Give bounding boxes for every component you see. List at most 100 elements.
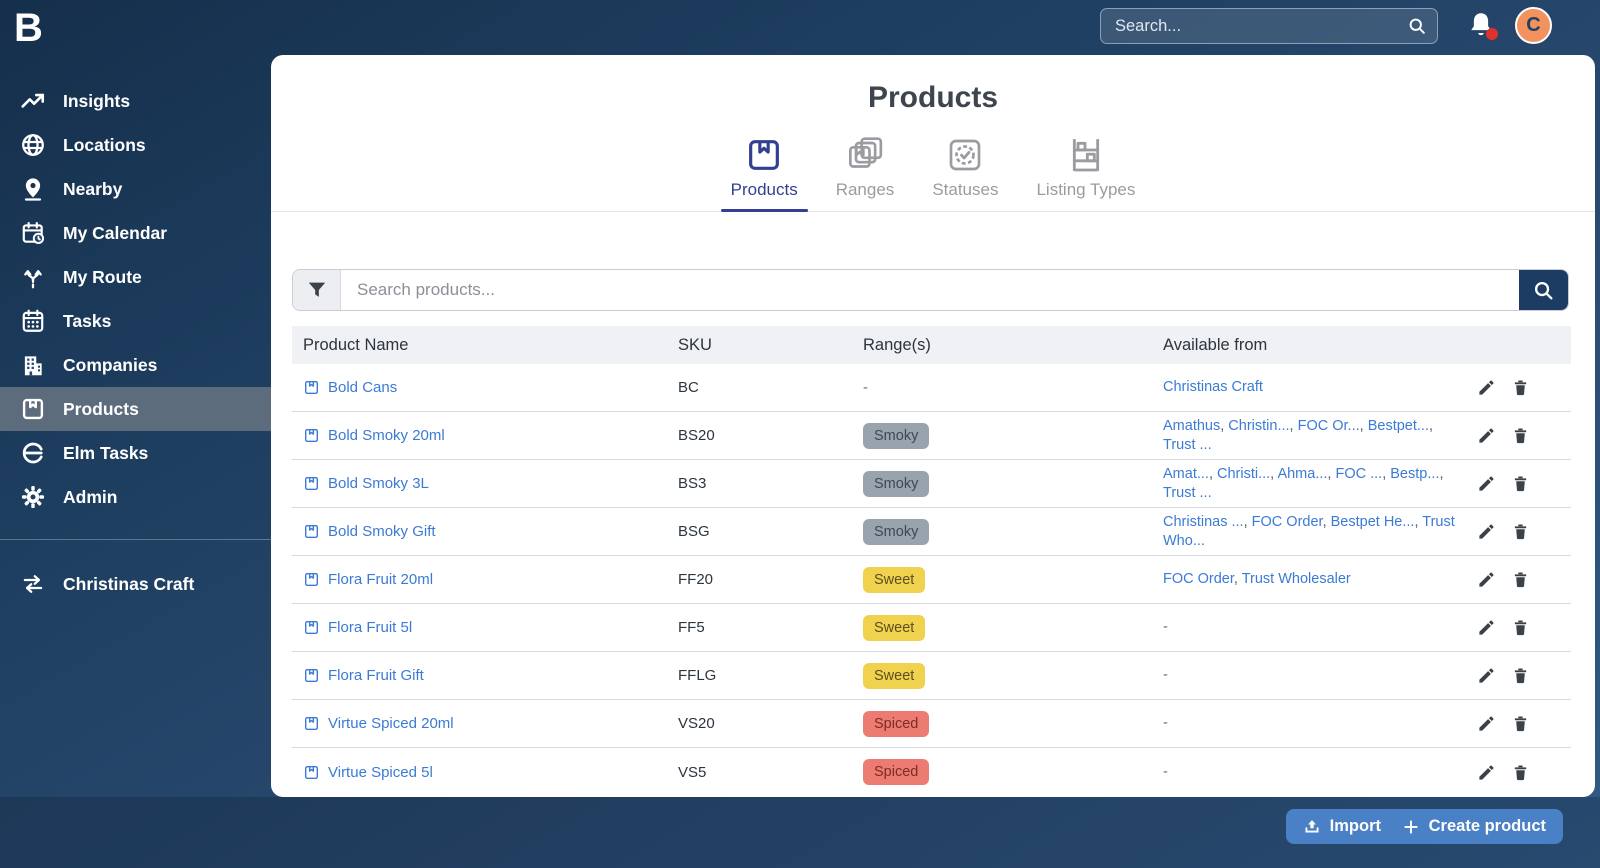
available-from-link[interactable]: Christi... [1217,466,1270,482]
range-badge: Smoky [863,519,929,545]
delete-button[interactable] [1509,712,1532,735]
tab-ranges[interactable]: Ranges [832,135,899,210]
edit-button[interactable] [1475,568,1498,591]
box-bookmark-icon [303,379,320,396]
product-name-link[interactable]: Flora Fruit 20ml [328,571,433,588]
product-name-link[interactable]: Virtue Spiced 20ml [328,715,454,732]
sidebar-item-nearby[interactable]: Nearby [0,167,271,211]
product-search-input[interactable] [341,270,1519,310]
edit-button[interactable] [1475,376,1498,399]
range-cell: Smoky [863,471,1163,497]
tab-label: Products [731,180,798,200]
global-search [1100,8,1438,44]
sidebar: B Insights Locations Nearby My Calendar [0,0,271,868]
filter-icon [306,279,328,301]
product-name-link[interactable]: Bold Smoky 20ml [328,427,445,444]
available-cell: - [1163,618,1471,637]
range-cell: Sweet [863,567,1163,593]
delete-button[interactable] [1509,520,1532,543]
edit-button[interactable] [1475,424,1498,447]
available-from-link[interactable]: Ahma... [1277,466,1327,482]
delete-button[interactable] [1509,616,1532,639]
tab-products[interactable]: Products [727,135,802,210]
delete-button[interactable] [1509,664,1532,687]
available-from-link[interactable]: Christinas ... [1163,514,1244,530]
range-cell: Spiced [863,759,1163,785]
available-from-link[interactable]: Trust ... [1163,485,1212,501]
swap-arrows-icon [20,571,46,597]
sidebar-item-elm-tasks[interactable]: Elm Tasks [0,431,271,475]
product-name-cell: Bold Cans [292,379,678,396]
edit-button[interactable] [1475,761,1498,784]
sidebar-item-products[interactable]: Products [0,387,271,431]
avatar[interactable]: C [1515,7,1552,44]
sidebar-item-label: Insights [63,91,130,112]
delete-button[interactable] [1509,761,1532,784]
available-from-link[interactable]: Bestpet He... [1331,514,1415,530]
sidebar-item-insights[interactable]: Insights [0,79,271,123]
product-name-link[interactable]: Flora Fruit Gift [328,667,424,684]
sidebar-item-my-route[interactable]: My Route [0,255,271,299]
app-logo[interactable]: B [0,0,271,51]
available-from-link[interactable]: Christin... [1228,418,1289,434]
search-icon[interactable] [1407,16,1427,36]
available-from-link[interactable]: Trust Wholesaler [1242,571,1351,587]
product-name-link[interactable]: Bold Smoky Gift [328,523,436,540]
table-row: Bold Cans BC - Christinas Craft [292,364,1571,412]
available-from-link[interactable]: Amathus [1163,418,1220,434]
delete-button[interactable] [1509,568,1532,591]
product-name-link[interactable]: Flora Fruit 5l [328,619,412,636]
box-bookmark-icon [303,715,320,732]
edit-button[interactable] [1475,520,1498,543]
notifications-button[interactable] [1466,10,1496,42]
product-search-button[interactable] [1519,270,1568,310]
available-from-link[interactable]: FOC Order [1163,571,1234,587]
delete-button[interactable] [1509,472,1532,495]
product-sku: BC [678,379,863,396]
delete-button[interactable] [1509,424,1532,447]
create-product-button[interactable]: Create product [1385,809,1563,844]
import-button[interactable]: Import [1286,809,1398,844]
sidebar-item-companies[interactable]: Companies [0,343,271,387]
sidebar-item-label: Products [63,399,139,420]
filter-button[interactable] [293,270,341,310]
tab-listing-types[interactable]: Listing Types [1032,135,1139,210]
pencil-icon [1477,666,1496,685]
tab-statuses[interactable]: Statuses [928,135,1002,210]
global-search-input[interactable] [1115,17,1407,36]
plus-icon [1402,818,1420,836]
status-seal-icon [945,135,985,175]
available-from-link[interactable]: Amat... [1163,466,1209,482]
edit-button[interactable] [1475,712,1498,735]
sidebar-item-label: Elm Tasks [63,443,148,464]
available-from-link[interactable]: FOC ... [1335,466,1382,482]
product-name-link[interactable]: Bold Cans [328,379,397,396]
sidebar-item-my-calendar[interactable]: My Calendar [0,211,271,255]
range-cell: Smoky [863,519,1163,545]
sidebar-item-christinas-craft[interactable]: Christinas Craft [0,562,271,606]
available-from-link[interactable]: FOC Order [1252,514,1323,530]
pencil-icon [1477,522,1496,541]
product-name-link[interactable]: Virtue Spiced 5l [328,764,433,781]
range-cell: - [863,379,1163,396]
edit-button[interactable] [1475,472,1498,495]
sidebar-item-label: Companies [63,355,157,376]
available-from-link[interactable]: Christinas Craft [1163,379,1263,395]
product-name-link[interactable]: Bold Smoky 3L [328,475,429,492]
sidebar-item-label: My Route [63,267,142,288]
sidebar-item-admin[interactable]: Admin [0,475,271,519]
search-icon [1532,279,1555,302]
available-from-link[interactable]: Bestpet... [1368,418,1429,434]
sidebar-item-tasks[interactable]: Tasks [0,299,271,343]
delete-button[interactable] [1509,376,1532,399]
available-from-link[interactable]: Trust ... [1163,437,1212,453]
available-from-link[interactable]: FOC Or... [1298,418,1360,434]
edit-button[interactable] [1475,664,1498,687]
product-sku: FF5 [678,619,863,636]
sidebar-item-locations[interactable]: Locations [0,123,271,167]
available-from-link[interactable]: Bestp... [1390,466,1439,482]
box-bookmark-icon [303,475,320,492]
edit-button[interactable] [1475,616,1498,639]
separator: , [1439,466,1443,482]
available-cell: - [1163,666,1471,685]
